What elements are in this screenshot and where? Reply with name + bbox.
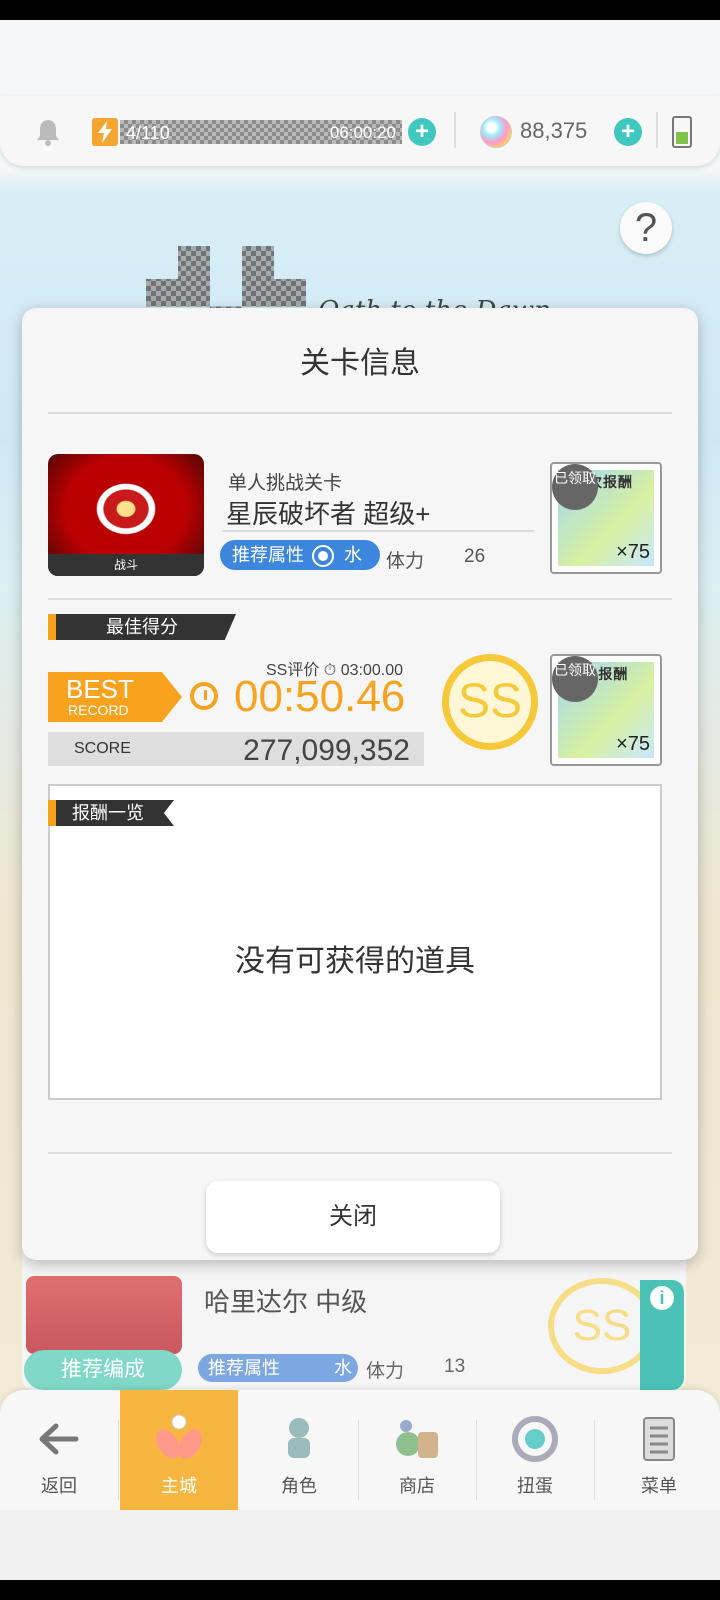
best-label: BEST: [66, 674, 134, 704]
stamina-label: 体力: [366, 1361, 405, 1382]
divider: [594, 1420, 595, 1500]
nav-label: 商店: [399, 1476, 435, 1496]
score-value: 277,099,352: [243, 734, 410, 767]
reward-count: ×75: [616, 733, 650, 755]
divider: [48, 412, 672, 414]
reward-list-tag-label: 报酬一览: [72, 803, 144, 823]
stamina-bar: 4/110 06:00:20: [120, 120, 402, 144]
stamina-timer: 06:00:20: [329, 123, 396, 142]
shop-icon: [392, 1414, 442, 1464]
recommended-attribute: 推荐属性 水: [198, 1354, 358, 1382]
dialog-title: 关卡信息: [300, 347, 420, 380]
nav-label: 扭蛋: [517, 1476, 553, 1496]
reward-list-panel: 报酬一览 没有可获得的道具: [48, 784, 662, 1100]
add-stamina-button[interactable]: +: [408, 118, 436, 146]
attribute-label: 推荐属性: [232, 545, 304, 565]
nav-label: 菜单: [641, 1476, 677, 1496]
ss-rank-medal-icon: SS: [442, 654, 538, 750]
score-row: SCORE 277,099,352: [48, 732, 424, 767]
divider: [222, 530, 534, 532]
stamina-label: 体力: [386, 551, 425, 572]
stage-info-dialog: 关卡信息 战斗 单人挑战关卡 星辰破坏者 超级+ 推荐属性 水 体力 26 次报…: [22, 308, 698, 1260]
nav-label: 主城: [161, 1476, 197, 1496]
tag-accent: [48, 614, 56, 640]
back-arrow-icon: [34, 1414, 84, 1464]
stamina-cost: 26: [464, 546, 486, 567]
recommend-team-button[interactable]: 推荐编成: [24, 1350, 182, 1390]
nav-character[interactable]: 角色: [240, 1390, 358, 1510]
character-icon: [274, 1414, 324, 1464]
stage-list-card[interactable]: 战斗 哈里达尔 中级 推荐编成 推荐属性 水 体力 13 SS i: [22, 1240, 686, 1390]
gem-count: 88,375: [520, 118, 588, 143]
stage-title: 哈里达尔 中级: [204, 1287, 368, 1317]
bottom-navigation: 返回 主城 角色 商店 扭蛋 菜单: [0, 1390, 720, 1510]
tag-accent: [48, 800, 56, 826]
record-label: RECORD: [68, 702, 129, 718]
stage-name: 星辰破坏者 超级+: [226, 499, 431, 529]
stage-thumbnail: 战斗: [26, 1276, 182, 1374]
nav-back[interactable]: 返回: [0, 1390, 118, 1510]
stamina-meter: 4/110 06:00:20: [92, 118, 402, 146]
divider: [48, 1152, 672, 1154]
system-gesture-area: [0, 1510, 720, 1580]
best-score-tag-label: 最佳得分: [106, 617, 178, 637]
attribute-value: 水: [344, 545, 362, 565]
divider: [454, 112, 456, 148]
score-label: SCORE: [74, 740, 131, 757]
stamina-cost: 13: [444, 1356, 466, 1377]
nav-menu[interactable]: 菜单: [600, 1390, 718, 1510]
stage-thumbnail: 战斗: [48, 454, 204, 576]
nav-label: 返回: [41, 1476, 77, 1496]
nav-gacha[interactable]: 扭蛋: [476, 1390, 594, 1510]
stopwatch-icon: [190, 682, 218, 710]
menu-icon: [634, 1414, 684, 1464]
claimed-badge: 已领取: [552, 464, 598, 510]
close-button[interactable]: 关闭: [206, 1181, 500, 1253]
divider: [48, 598, 672, 600]
best-time: 00:50.46: [234, 672, 406, 721]
attribute-value: 水: [334, 1358, 352, 1378]
stamina-value: 4/110: [126, 123, 170, 143]
nav-home[interactable]: 主城: [120, 1390, 238, 1510]
reward-count: ×75: [616, 541, 650, 563]
battery-icon: [672, 116, 692, 148]
stage-thumbnail-label: 战斗: [48, 554, 204, 576]
claimed-badge: 已领取: [552, 656, 598, 702]
gem-icon: [480, 116, 512, 148]
best-record-badge: BEST RECORD: [48, 672, 182, 722]
top-status-bar: 4/110 06:00:20 + 88,375 +: [0, 96, 720, 166]
help-button[interactable]: ?: [620, 202, 672, 254]
nav-shop[interactable]: 商店: [358, 1390, 476, 1510]
info-button[interactable]: i: [640, 1280, 684, 1390]
first-clear-reward[interactable]: 次报酬 ×75 已领取: [550, 462, 662, 574]
stamina-bolt-icon: [92, 118, 118, 146]
add-gems-button[interactable]: +: [614, 118, 642, 146]
attribute-label: 推荐属性: [208, 1358, 280, 1378]
nav-label: 角色: [281, 1476, 317, 1496]
divider: [656, 112, 658, 148]
reward-list-tag: 报酬一览: [48, 800, 174, 826]
ss-reward[interactable]: S报酬 ×75 已领取: [550, 654, 662, 766]
gacha-icon: [510, 1414, 560, 1464]
divider: [118, 1420, 119, 1500]
best-score-tag: 最佳得分: [48, 614, 236, 640]
empty-rewards-message: 没有可获得的道具: [235, 945, 475, 978]
home-icon: [154, 1414, 204, 1464]
recommended-attribute: 推荐属性 水: [220, 540, 380, 570]
stage-type: 单人挑战关卡: [228, 473, 343, 494]
bell-icon[interactable]: [32, 116, 64, 148]
water-attribute-icon: [312, 545, 334, 567]
game-screen: 4/110 06:00:20 + 88,375 + ? Oath to the …: [0, 20, 720, 1580]
info-icon: i: [650, 1286, 674, 1310]
